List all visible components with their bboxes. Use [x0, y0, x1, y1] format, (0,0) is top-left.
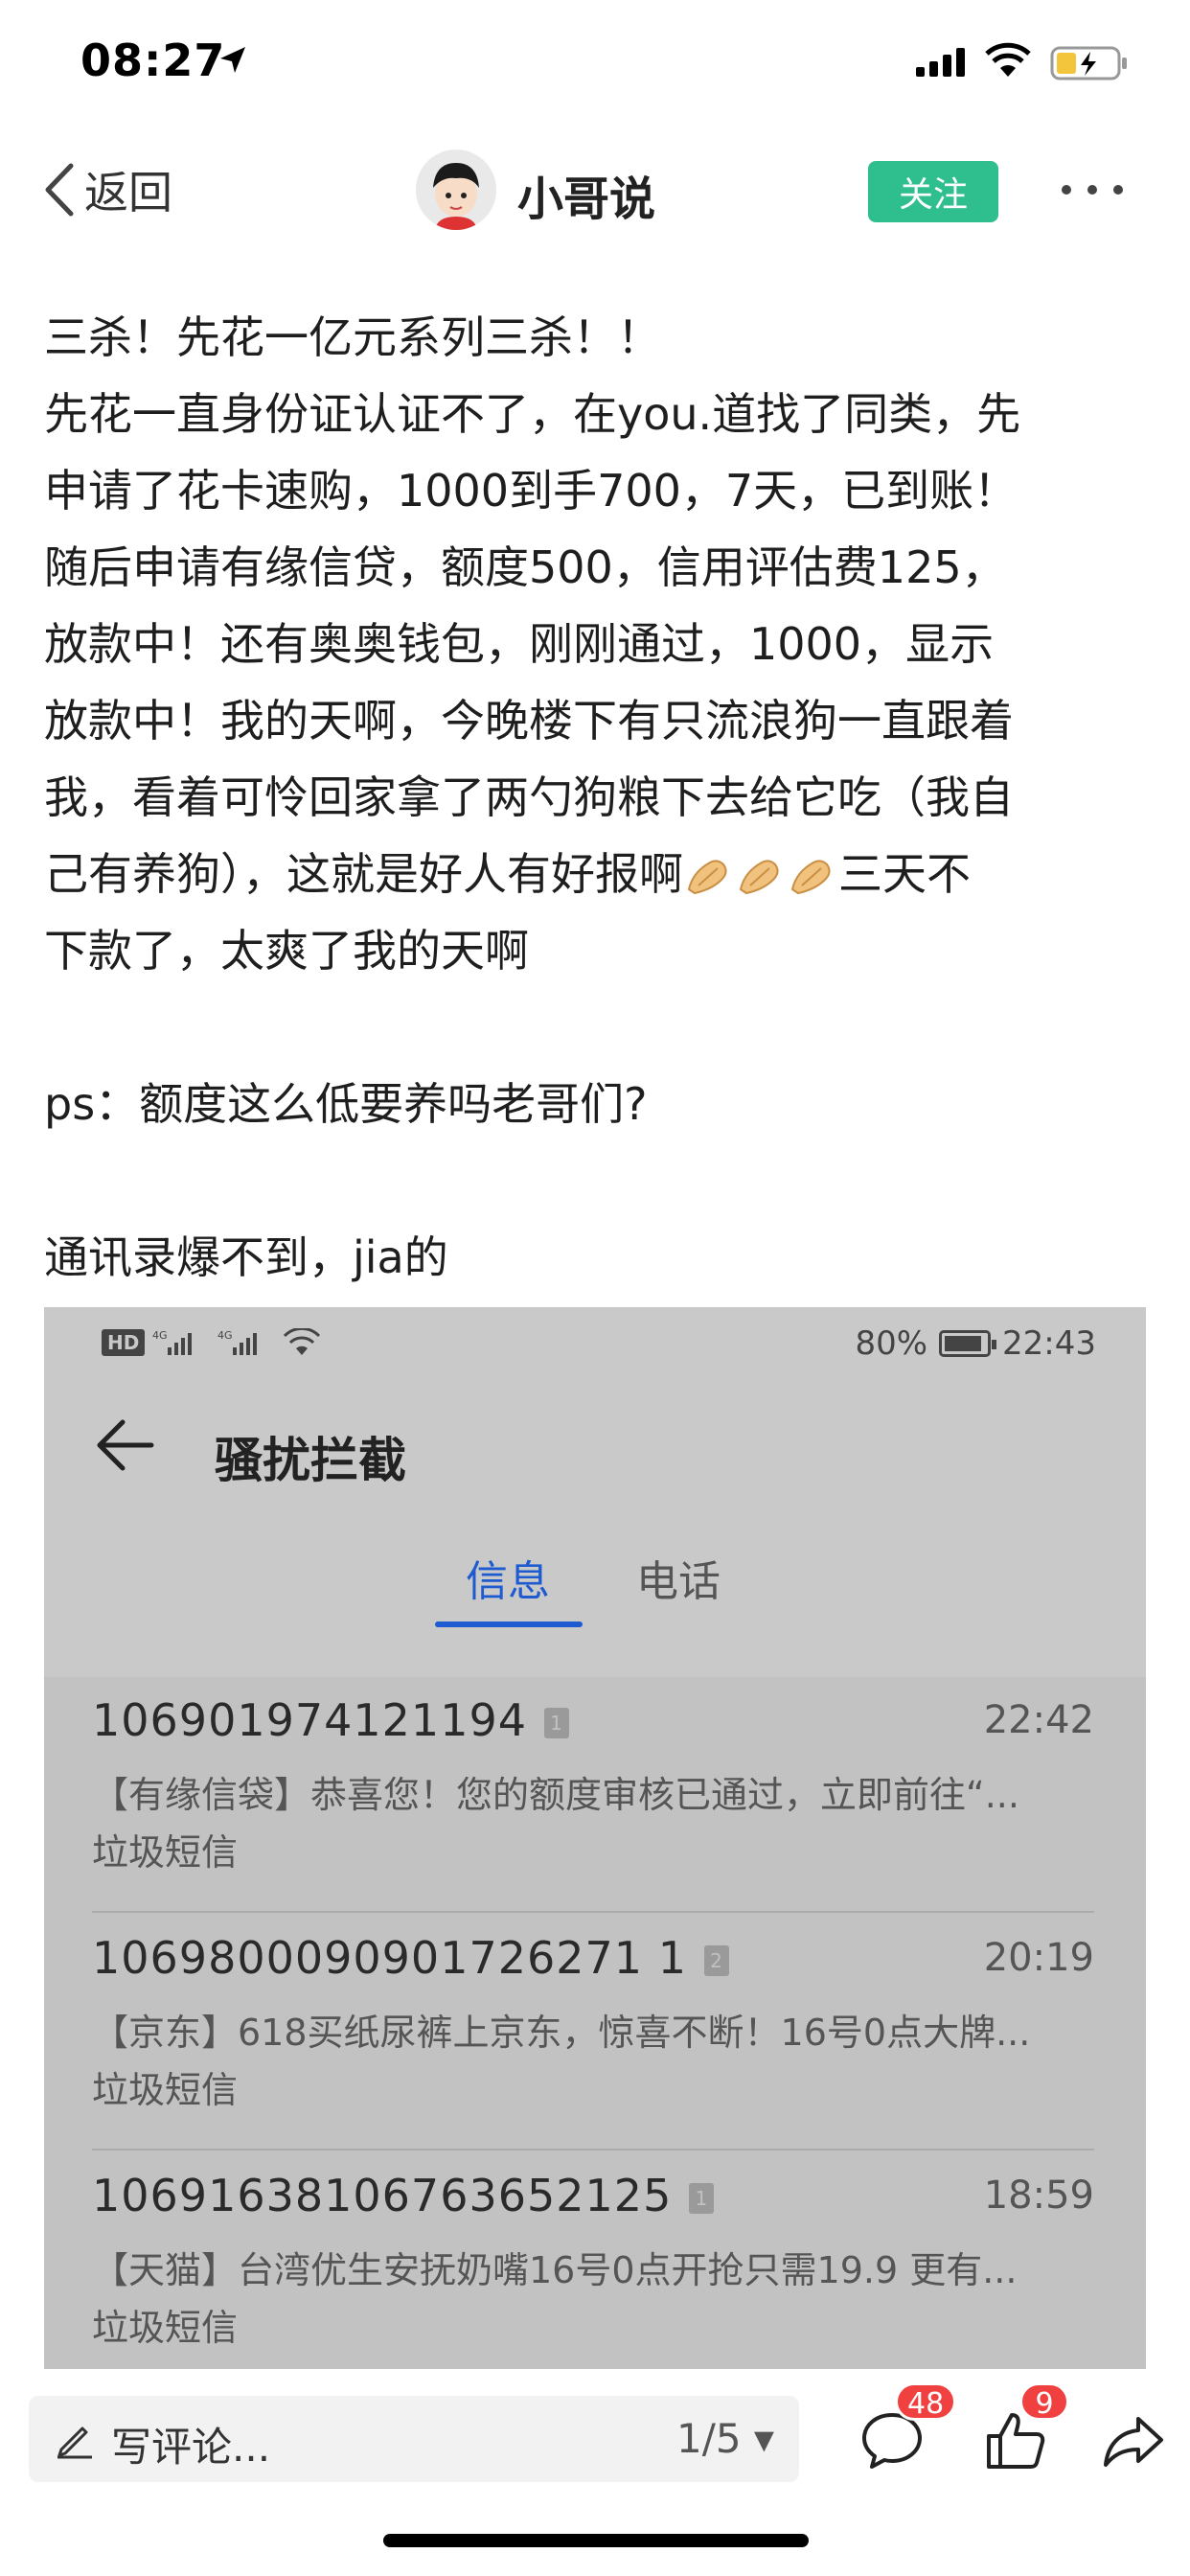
bottom-action-bar: 写评论... 1/5 ▾ 48 9: [0, 2369, 1190, 2576]
post-body: 三杀！先花一亿元系列三杀！！ 先花一直身份证认证不了，在you.道找了同类，先 …: [44, 299, 1146, 1296]
message-preview: 【京东】618买纸尿裤上京东，惊喜不断！16号0点大牌...: [92, 2012, 1031, 2054]
tab-calls: 电话: [636, 1557, 721, 1606]
inner-header: 骚扰拦截: [44, 1384, 1146, 1499]
location-arrow-icon: [220, 47, 245, 73]
signal-4g-icon: 4G: [217, 1329, 258, 1355]
back-label: 返回: [84, 167, 172, 218]
comment-count-badge: 48: [895, 2382, 957, 2421]
status-time: 08:27: [80, 34, 226, 86]
post-line: 己有养狗），这就是好人有好报啊: [44, 848, 683, 900]
sim-badge: 1: [544, 1708, 569, 1738]
tab-underline: [435, 1622, 583, 1627]
pray-hands-emoji-icon: [739, 860, 779, 895]
home-indicator[interactable]: [383, 2534, 809, 2547]
battery-charging-icon: [1050, 46, 1127, 80]
sim-badge: 2: [703, 1945, 729, 1976]
inner-time: 22:43: [1002, 1324, 1096, 1363]
post-line: 我，看着可怜回家拿了两勺狗粮下去给它吃（我自: [44, 771, 1014, 823]
svg-text:4G: 4G: [217, 1329, 233, 1342]
signal-4g-icon: 4G: [152, 1329, 193, 1355]
back-button[interactable]: 返回: [42, 161, 172, 218]
follow-button[interactable]: 关注: [868, 161, 998, 222]
wifi-icon: [284, 1328, 321, 1355]
page-indicator: 1/5: [675, 2415, 742, 2462]
post-note: 通讯录爆不到，jia的: [44, 1231, 448, 1283]
comment-input[interactable]: 写评论... 1/5 ▾: [29, 2396, 799, 2482]
pray-hands-emoji-icon: [790, 860, 831, 895]
list-item: 1069800090901726271 1 2 20:19 【京东】618买纸尿裤…: [92, 1915, 1094, 2152]
divider: [92, 2149, 1094, 2150]
share-arrow-icon[interactable]: [1100, 2407, 1167, 2474]
list-item: 106901974121194 1 22:42 【有缘信袋】恭喜您！您的额度审核已…: [92, 1677, 1094, 1915]
message-preview: 【有缘信袋】恭喜您！您的额度审核已通过，立即前往“...: [92, 1774, 1019, 1816]
message-time: 20:19: [983, 1936, 1094, 1980]
post-line: 放款中！还有奥奥钱包，刚刚通过，1000，显示: [44, 618, 995, 670]
post-line: 下款了，太爽了我的天啊: [44, 925, 529, 977]
battery-icon: [939, 1330, 997, 1357]
author-avatar[interactable]: [416, 150, 496, 230]
post-ps: ps：额度这么低要养吗老哥们?: [44, 1078, 648, 1130]
list-item: 10691638106763652125 1 18:59 【天猫】台湾优生安抚奶嘴…: [92, 2152, 1094, 2369]
nav-bar: 返回 小哥说 关注: [0, 126, 1190, 253]
inner-tabs: 信息 电话: [44, 1518, 1146, 1633]
inner-title: 骚扰拦截: [215, 1433, 406, 1488]
sender-number: 106901974121194: [92, 1694, 527, 1746]
post-image-screenshot[interactable]: HD 4G 4G 80% 22:43 骚扰拦截 信息 电话 1069019741…: [44, 1307, 1146, 2369]
tab-messages: 信息: [466, 1557, 550, 1606]
inner-status-bar: HD 4G 4G 80% 22:43: [44, 1307, 1146, 1374]
sender-number: 1069800090901726271 1: [92, 1932, 687, 1984]
post-line: 三杀！先花一亿元系列三杀！！: [44, 311, 661, 363]
wifi-icon: [985, 42, 1031, 77]
message-category: 垃圾短信: [92, 2307, 239, 2349]
arrow-left-icon: [97, 1419, 154, 1471]
message-list: 106901974121194 1 22:42 【有缘信袋】恭喜您！您的额度审核已…: [44, 1677, 1146, 2369]
post-line: 放款中！我的天啊，今晚楼下有只流浪狗一直跟着: [44, 695, 1014, 747]
message-category: 垃圾短信: [92, 2069, 239, 2111]
message-time: 22:42: [983, 1698, 1094, 1742]
pray-hands-emoji-icon: [687, 860, 727, 895]
comment-placeholder: 写评论...: [111, 2424, 271, 2471]
message-category: 垃圾短信: [92, 1831, 239, 1874]
post-line-with-emoji: 己有养狗），这就是好人有好报啊 三天不: [44, 836, 1146, 912]
cellular-signal-icon: [916, 48, 965, 77]
inner-battery-percent: 80%: [855, 1324, 928, 1363]
pencil-icon: [57, 2426, 92, 2459]
divider: [92, 1911, 1094, 1913]
like-count-badge: 9: [1019, 2382, 1069, 2421]
chevron-left-icon: [45, 163, 74, 217]
avatar-face-icon: [416, 150, 496, 230]
status-bar: 08:27: [0, 0, 1190, 126]
message-preview: 【天猫】台湾优生安抚奶嘴16号0点开抢只需19.9 更有...: [92, 2249, 1018, 2291]
post-line: 申请了花卡速购，1000到手700，7天，已到账！: [44, 465, 1018, 517]
page-indicator-dropdown[interactable]: 1/5 ▾: [676, 2415, 774, 2462]
svg-text:4G: 4G: [152, 1329, 168, 1342]
message-time: 18:59: [983, 2174, 1094, 2218]
post-line: 先花一直身份证认证不了，在you.道找了同类，先: [44, 388, 1021, 440]
hd-icon: HD: [102, 1329, 146, 1356]
post-line: 三天不: [838, 848, 971, 900]
author-name[interactable]: 小哥说: [517, 161, 655, 228]
more-options-icon[interactable]: [1062, 176, 1123, 203]
post-line: 随后申请有缘信贷，额度500，信用评估费125，: [44, 541, 1006, 593]
sender-number: 10691638106763652125: [92, 2170, 673, 2221]
sim-badge: 1: [689, 2183, 715, 2214]
